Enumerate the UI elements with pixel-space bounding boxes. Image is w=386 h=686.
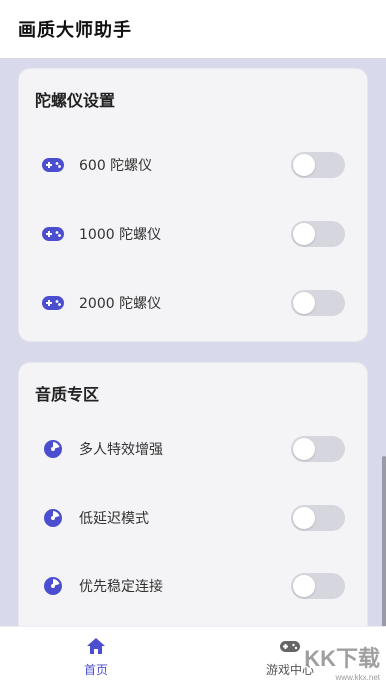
setting-row-low-latency: 低延迟模式 [19, 498, 369, 538]
watermark-logo: KK下载 www.kkx.net [304, 641, 380, 682]
watermark-url: www.kkx.net [335, 673, 380, 682]
nav-home[interactable]: 首页 [56, 635, 136, 678]
gyro-1000-toggle[interactable] [291, 221, 345, 247]
gamepad-icon [41, 291, 65, 315]
audio-dial-icon [41, 506, 65, 530]
gyro-settings-card: 陀螺仪设置 600 陀螺仪 1000 陀螺仪 2000 陀螺仪 [18, 68, 368, 342]
settings-scroll-area[interactable]: 陀螺仪设置 600 陀螺仪 1000 陀螺仪 2000 陀螺仪 音质专区 多人特… [0, 58, 386, 626]
gamepad-icon [41, 153, 65, 177]
setting-label: 多人特效增强 [79, 442, 163, 458]
gamepad-icon [280, 641, 300, 652]
toggle-knob [293, 292, 315, 314]
setting-label: 600 陀螺仪 [79, 158, 153, 174]
audio-dial-icon [41, 437, 65, 461]
app-title: 画质大师助手 [18, 20, 132, 41]
toggle-knob [293, 507, 315, 529]
setting-label: 优先稳定连接 [79, 579, 163, 595]
audio-settings-card: 音质专区 多人特效增强 低延迟模式 优先稳定连接 [18, 362, 368, 626]
setting-row-gyro-2000: 2000 陀螺仪 [19, 283, 369, 323]
gyro-2000-toggle[interactable] [291, 290, 345, 316]
setting-label: 2000 陀螺仪 [79, 296, 162, 312]
setting-row-multi-effects: 多人特效增强 [19, 429, 369, 469]
audio-dial-icon [41, 574, 65, 598]
setting-row-gyro-600: 600 陀螺仪 [19, 145, 369, 185]
scrollbar[interactable] [382, 456, 386, 626]
toggle-knob [293, 575, 315, 597]
toggle-knob [293, 223, 315, 245]
nav-home-label: 首页 [83, 663, 108, 677]
setting-label: 1000 陀螺仪 [79, 227, 162, 243]
gyro-600-toggle[interactable] [291, 152, 345, 178]
watermark-main: KK下载 [304, 646, 380, 671]
low-latency-toggle[interactable] [291, 505, 345, 531]
audio-card-title: 音质专区 [35, 385, 100, 404]
bottom-nav: 首页 游戏中心 KK下载 www.kkx.net [0, 626, 386, 686]
home-icon [87, 638, 105, 654]
setting-row-gyro-1000: 1000 陀螺仪 [19, 214, 369, 254]
stable-connection-toggle[interactable] [291, 573, 345, 599]
app-header: 画质大师助手 [0, 0, 386, 58]
setting-label: 低延迟模式 [79, 511, 149, 527]
toggle-knob [293, 438, 315, 460]
multi-effects-toggle[interactable] [291, 436, 345, 462]
gyro-card-title: 陀螺仪设置 [35, 91, 116, 110]
setting-row-stable-connection: 优先稳定连接 [19, 566, 369, 606]
toggle-knob [293, 154, 315, 176]
gamepad-icon [41, 222, 65, 246]
